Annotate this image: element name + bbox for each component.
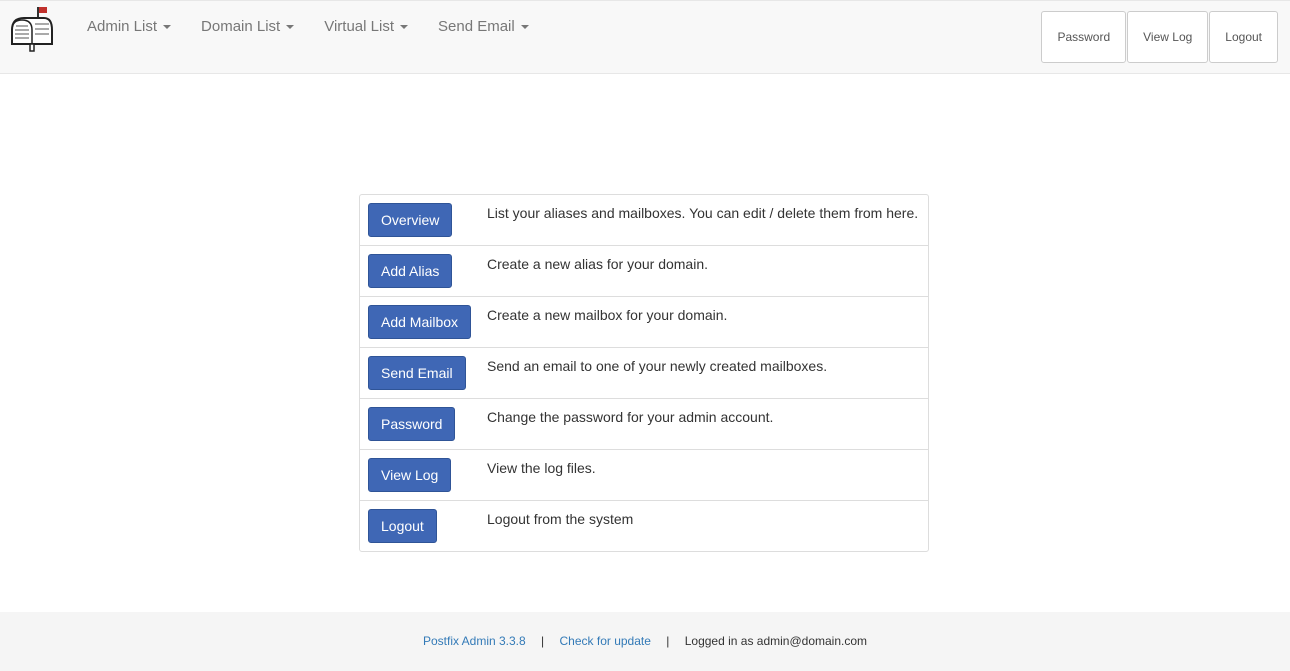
list-item: Logout Logout from the system [360, 501, 928, 552]
menu-send-email-label: Send Email [438, 18, 515, 35]
view-log-description: View the log files. [487, 460, 596, 476]
overview-button[interactable]: Overview [368, 203, 453, 237]
list-item: Password Change the password for your ad… [360, 399, 928, 450]
password-description: Change the password for your admin accou… [487, 409, 774, 425]
caret-down-icon [163, 25, 172, 30]
list-item: Overview List your aliases and mailboxes… [360, 195, 928, 246]
top-navbar: Admin List Domain List Virtual List Send… [0, 0, 1290, 74]
nav-password-button[interactable]: Password [1041, 11, 1127, 63]
version-link[interactable]: Postfix Admin 3.3.8 [423, 634, 526, 648]
nav-view-log-button[interactable]: View Log [1127, 11, 1209, 63]
view-log-button[interactable]: View Log [368, 458, 452, 492]
check-update-link[interactable]: Check for update [560, 634, 651, 648]
password-button[interactable]: Password [368, 407, 456, 441]
page-footer: Postfix Admin 3.3.8 | Check for update |… [0, 612, 1290, 671]
list-item: Send Email Send an email to one of your … [360, 348, 928, 399]
menu-admin-list-label: Admin List [87, 18, 158, 35]
list-item: Add Mailbox Create a new mailbox for you… [360, 297, 928, 348]
send-email-description: Send an email to one of your newly creat… [487, 358, 828, 374]
menu-virtual-list[interactable]: Virtual List [309, 1, 423, 53]
menu-virtual-list-label: Virtual List [324, 18, 394, 35]
nav-logout-button[interactable]: Logout [1209, 11, 1278, 63]
add-alias-description: Create a new alias for your domain. [487, 256, 708, 272]
caret-down-icon [286, 25, 295, 30]
logout-description: Logout from the system [487, 511, 634, 527]
menu-domain-list[interactable]: Domain List [186, 1, 309, 53]
add-mailbox-description: Create a new mailbox for your domain. [487, 307, 728, 323]
logged-in-status: Logged in as admin@domain.com [684, 634, 868, 648]
menu-send-email[interactable]: Send Email [423, 1, 544, 53]
list-item: View Log View the log files. [360, 450, 928, 501]
menu-admin-list[interactable]: Admin List [72, 1, 186, 53]
mailbox-logo-icon[interactable] [8, 4, 58, 52]
menu-domain-list-label: Domain List [201, 18, 281, 35]
add-mailbox-button[interactable]: Add Mailbox [368, 305, 472, 339]
caret-down-icon [400, 25, 408, 30]
user-actions: Password View Log Logout [1041, 11, 1278, 63]
overview-description: List your aliases and mailboxes. You can… [487, 205, 919, 221]
logout-button[interactable]: Logout [368, 509, 437, 543]
list-item: Add Alias Create a new alias for your do… [360, 246, 928, 297]
footer-separator: | [541, 634, 545, 648]
main-menu-panel: Overview List your aliases and mailboxes… [359, 194, 929, 552]
footer-separator: | [666, 634, 670, 648]
send-email-button[interactable]: Send Email [368, 356, 466, 390]
add-alias-button[interactable]: Add Alias [368, 254, 453, 288]
caret-down-icon [520, 25, 529, 30]
main-menu: Admin List Domain List Virtual List Send… [72, 1, 544, 53]
